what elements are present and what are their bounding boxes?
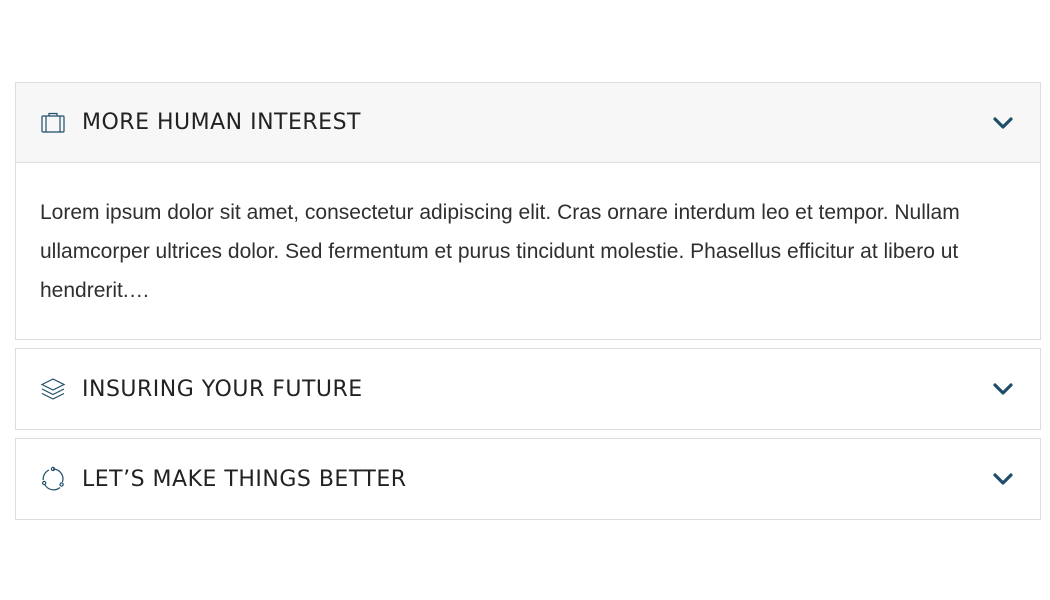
- refresh-cycle-icon: [40, 466, 66, 492]
- accordion-item-more-human-interest: MORE HUMAN INTEREST Lorem ipsum dolor si…: [15, 82, 1041, 340]
- chevron-down-icon[interactable]: [990, 466, 1016, 492]
- accordion-title: INSURING YOUR FUTURE: [82, 376, 363, 402]
- layers-icon: [40, 376, 66, 402]
- accordion-item-lets-make-things-better: LET’S MAKE THINGS BETTER: [15, 438, 1041, 520]
- accordion-header-lets-make-things-better[interactable]: LET’S MAKE THINGS BETTER: [16, 439, 1040, 519]
- accordion-header-insuring-your-future[interactable]: INSURING YOUR FUTURE: [16, 349, 1040, 429]
- accordion-title: MORE HUMAN INTEREST: [82, 110, 361, 135]
- chevron-down-icon[interactable]: [990, 110, 1016, 136]
- accordion-body: Lorem ipsum dolor sit amet, consectetur …: [16, 163, 1040, 339]
- accordion-body-text: Lorem ipsum dolor sit amet, consectetur …: [40, 201, 960, 302]
- accordion: MORE HUMAN INTEREST Lorem ipsum dolor si…: [15, 82, 1041, 528]
- briefcase-icon: [40, 110, 66, 136]
- accordion-item-insuring-your-future: INSURING YOUR FUTURE: [15, 348, 1041, 430]
- chevron-down-icon[interactable]: [990, 376, 1016, 402]
- accordion-title: LET’S MAKE THINGS BETTER: [82, 466, 407, 492]
- accordion-header-more-human-interest[interactable]: MORE HUMAN INTEREST: [16, 83, 1040, 163]
